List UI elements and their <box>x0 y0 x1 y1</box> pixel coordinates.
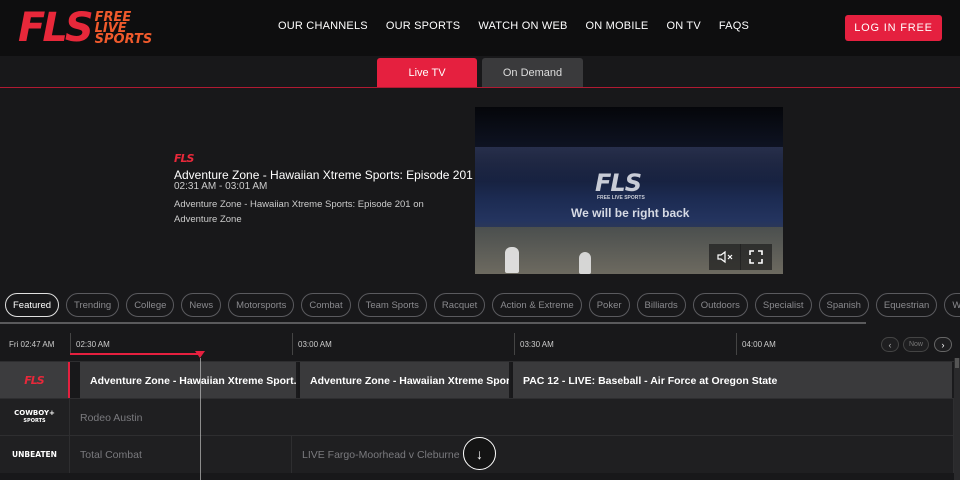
program-cell[interactable]: Rodeo Austin <box>70 399 954 436</box>
tab-live-tv[interactable]: Live TV <box>377 58 477 87</box>
chip-billiards[interactable]: Billiards <box>636 293 686 317</box>
guide-scrollbar-thumb[interactable] <box>955 358 959 368</box>
chip-news[interactable]: News <box>181 293 222 317</box>
channel-cowboy-sports[interactable]: COWBOY+ SPORTS <box>0 399 70 436</box>
time-slot-tick <box>736 333 737 355</box>
logo-wordmark: FLS <box>18 5 94 51</box>
channel-fls[interactable]: FLS <box>0 362 70 399</box>
time-slot-tick <box>292 333 293 355</box>
chip-team-sports[interactable]: Team Sports <box>357 293 427 317</box>
chip-racquet[interactable]: Racquet <box>433 293 486 317</box>
video-player[interactable]: FLS FREE LIVE SPORTS We will be right ba… <box>475 107 783 274</box>
fullscreen-icon-svg <box>749 250 763 264</box>
channel-unbeaten[interactable]: UNBEATEN <box>0 436 70 473</box>
chip-spanish[interactable]: Spanish <box>818 293 869 317</box>
nav-faqs[interactable]: FAQS <box>719 20 749 32</box>
program-cell[interactable]: LIVE Fargo-Moorhead v Cleburne <box>292 436 954 473</box>
chip-trending[interactable]: Trending <box>66 293 120 317</box>
mute-icon-svg <box>717 250 733 264</box>
chip-poker[interactable]: Poker <box>588 293 630 317</box>
tabs-bar <box>0 56 960 88</box>
channel-logo-text: FLS <box>174 152 194 165</box>
time-slot-0400: 04:00 AM <box>742 340 776 349</box>
now-indicator-line <box>200 358 201 480</box>
logo-tagline: FREE LIVE SPORTS <box>94 11 153 47</box>
channel-cowboy-sub: SPORTS <box>23 418 46 424</box>
login-button[interactable]: LOG IN FREE <box>845 15 942 41</box>
video-watermark-logo: FLS <box>595 169 642 197</box>
chip-motorsports[interactable]: Motorsports <box>228 293 295 317</box>
logo-line-sports: SPORTS <box>94 31 153 47</box>
guide-scrollbar[interactable] <box>954 358 960 480</box>
nav-watch-on-web[interactable]: WATCH ON WEB <box>478 20 567 32</box>
program-cell[interactable]: Adventure Zone - Hawaiian Xtreme Sport..… <box>80 362 298 399</box>
chip-outdoors[interactable]: Outdoors <box>692 293 748 317</box>
chip-equestrian[interactable]: Equestrian <box>875 293 938 317</box>
program-cell[interactable]: PAC 12 - LIVE: Baseball - Air Force at O… <box>513 362 954 399</box>
time-slot-tick <box>70 333 71 355</box>
chip-featured[interactable]: Featured <box>5 293 60 317</box>
time-progress-bar <box>70 353 200 355</box>
channel-cowboy-name: COWBOY+ <box>14 409 55 417</box>
nav-on-mobile[interactable]: ON MOBILE <box>586 20 649 32</box>
category-filter-bar: Featured Trending College News Motorspor… <box>5 293 960 319</box>
channel-fls-logo: FLS <box>24 374 44 387</box>
chip-action-extreme[interactable]: Action & Extreme <box>492 293 582 317</box>
nav-our-sports[interactable]: OUR SPORTS <box>386 20 461 32</box>
main-nav: OUR CHANNELS OUR SPORTS WATCH ON WEB ON … <box>278 20 767 32</box>
category-scrollbar[interactable] <box>0 322 866 324</box>
video-player-figure <box>579 252 591 274</box>
time-slot-0230: 02:30 AM <box>76 340 110 349</box>
guide-row-fls: FLS Adventure Zone - Hawaiian Xtreme Spo… <box>0 361 960 399</box>
current-time: Fri 02:47 AM <box>9 340 55 349</box>
guide-row-cowboy-sports: COWBOY+ SPORTS Rodeo Austin <box>0 398 960 436</box>
show-description: Adventure Zone - Hawaiian Xtreme Sports:… <box>174 199 424 225</box>
fullscreen-icon[interactable] <box>740 244 772 270</box>
scroll-down-icon[interactable]: ↓ <box>463 437 496 470</box>
program-cell[interactable]: Total Combat <box>70 436 292 473</box>
show-time: 02:31 AM - 03:01 AM <box>174 181 268 192</box>
tab-on-demand[interactable]: On Demand <box>482 58 583 87</box>
chip-wellness[interactable]: Wellness <box>944 293 960 317</box>
channel-cowboy-logo: COWBOY+ SPORTS <box>14 410 55 425</box>
channel-unbeaten-logo: UNBEATEN <box>12 450 57 459</box>
video-message: We will be right back <box>571 206 690 220</box>
fls-logo[interactable]: FLS FREE LIVE SPORTS <box>18 5 153 51</box>
chip-combat[interactable]: Combat <box>301 293 351 317</box>
time-progress-marker <box>195 351 205 358</box>
nav-our-channels[interactable]: OUR CHANNELS <box>278 20 368 32</box>
time-slot-0330: 03:30 AM <box>520 340 554 349</box>
chip-college[interactable]: College <box>126 293 175 317</box>
video-watermark-subtitle: FREE LIVE SPORTS <box>597 195 645 201</box>
time-slot-0300: 03:00 AM <box>298 340 332 349</box>
program-cell[interactable]: Adventure Zone - Hawaiian Xtreme Spor... <box>300 362 511 399</box>
show-title: Adventure Zone - Hawaiian Xtreme Sports:… <box>174 168 473 182</box>
chevron-left-icon[interactable]: ‹ <box>881 337 899 352</box>
now-button[interactable]: Now <box>903 337 929 352</box>
chip-specialist[interactable]: Specialist <box>754 293 812 317</box>
mute-icon[interactable] <box>709 244 741 270</box>
nav-on-tv[interactable]: ON TV <box>666 20 700 32</box>
channel-logo: FLS <box>174 152 194 165</box>
time-slot-tick <box>514 333 515 355</box>
chevron-right-icon[interactable]: › <box>934 337 952 352</box>
video-player-figure <box>505 247 519 273</box>
